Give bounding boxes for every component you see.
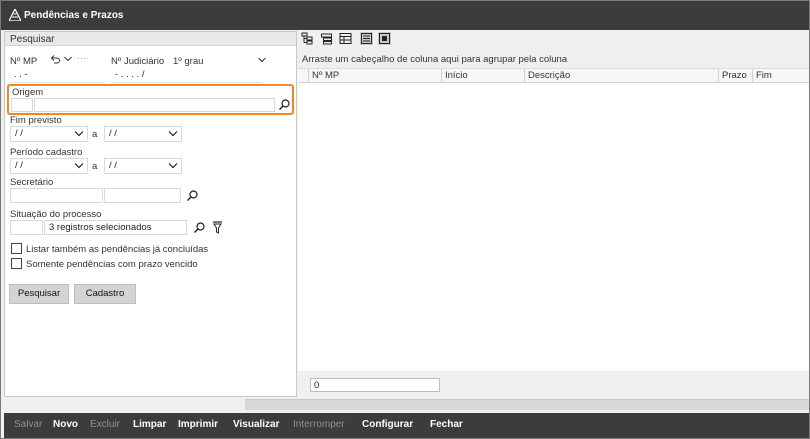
group-by-area[interactable]: Arraste um cabeçalho de coluna aqui para… [298, 47, 809, 69]
periodo-from-select[interactable]: / / [10, 158, 88, 174]
range-separator: a [92, 129, 98, 140]
chevron-down-icon [168, 163, 178, 169]
prazo-vencido-label[interactable]: Somente pendências com prazo vencido [26, 259, 198, 270]
situacao-search-icon[interactable] [193, 221, 206, 234]
origem-search-icon[interactable] [278, 98, 291, 111]
tree-view-icon[interactable] [301, 32, 314, 45]
chevron-down-icon [74, 163, 84, 169]
salvar-button[interactable]: Salvar [14, 419, 42, 430]
search-panel: Pesquisar Nº MP ··· Nº Judiciário 1º gra… [4, 31, 297, 397]
app-logo-icon [9, 9, 21, 21]
grau-chevron-down-icon[interactable] [257, 55, 267, 65]
origem-label: Origem [12, 87, 44, 98]
secretario-name-input[interactable] [104, 188, 181, 203]
periodo-cadastro-label: Período cadastro [10, 147, 83, 158]
results-grid[interactable] [299, 83, 809, 371]
judiciario-input[interactable]: - . . . . / [111, 68, 261, 83]
origem-code-input[interactable] [11, 98, 33, 112]
table-view-icon[interactable] [339, 32, 352, 45]
origem-input[interactable] [34, 98, 275, 112]
group-view-icon[interactable] [320, 32, 333, 45]
secretario-code-input[interactable] [10, 188, 103, 203]
grau-select[interactable]: 1º grau [173, 56, 203, 67]
clear-filter-icon[interactable] [212, 221, 223, 234]
excluir-button[interactable]: Excluir [90, 419, 120, 430]
periodo-from-value: / / [15, 160, 23, 171]
column-header-inicio[interactable]: Início [441, 69, 524, 83]
chevron-down-icon[interactable] [63, 54, 73, 64]
window-title: Pendências e Prazos [24, 10, 124, 21]
fim-previsto-label: Fim previsto [10, 115, 62, 126]
nmp-input[interactable]: . . - [10, 68, 106, 83]
fechar-button[interactable]: Fechar [430, 419, 463, 430]
grid-toolbar [298, 31, 809, 47]
grid-header: Nº MP Início Descrição Prazo Fim [299, 69, 809, 83]
pesquisar-button[interactable]: Pesquisar [9, 284, 69, 304]
situacao-input[interactable]: 3 registros selecionados [44, 220, 187, 235]
nmp-label: Nº MP [10, 56, 38, 67]
visualizar-button[interactable]: Visualizar [233, 419, 280, 430]
fim-previsto-to-select[interactable]: / / [104, 126, 182, 142]
chevron-down-icon [74, 131, 84, 137]
limpar-button[interactable]: Limpar [133, 419, 166, 430]
results-panel: Arraste um cabeçalho de coluna aqui para… [298, 31, 809, 397]
chevron-down-icon [168, 131, 178, 137]
listar-concluidas-checkbox[interactable] [11, 243, 22, 254]
list-view-icon[interactable] [360, 32, 373, 45]
situacao-code-input[interactable] [10, 220, 43, 235]
search-panel-title: Pesquisar [10, 34, 55, 45]
cadastro-button[interactable]: Cadastro [74, 284, 136, 304]
fim-previsto-from-value: / / [15, 128, 23, 139]
card-view-icon[interactable] [378, 32, 391, 45]
prazo-vencido-checkbox[interactable] [11, 258, 22, 269]
grid-footer: 0 [298, 371, 809, 397]
column-header-prazo[interactable]: Prazo [718, 69, 752, 83]
periodo-to-value: / / [109, 160, 117, 171]
more-options-icon[interactable]: ··· [77, 53, 87, 64]
column-header-descricao[interactable]: Descrição [524, 69, 718, 83]
horizontal-scrollbar[interactable] [245, 399, 809, 410]
undo-icon[interactable] [49, 54, 60, 65]
search-panel-header: Pesquisar [5, 32, 296, 46]
imprimir-button[interactable]: Imprimir [178, 419, 218, 430]
origem-field-highlight: Origem [7, 84, 294, 115]
novo-button[interactable]: Novo [53, 419, 78, 430]
fim-previsto-to-value: / / [109, 128, 117, 139]
configurar-button[interactable]: Configurar [362, 419, 413, 430]
column-header-nmp[interactable]: Nº MP [308, 69, 441, 83]
action-bar: Salvar Novo Excluir Limpar Imprimir Visu… [4, 413, 809, 438]
range-separator: a [92, 161, 98, 172]
column-header-fim[interactable]: Fim [752, 69, 809, 83]
title-bar: Pendências e Prazos [1, 1, 809, 30]
listar-concluidas-label[interactable]: Listar também as pendências já concluída… [26, 244, 208, 255]
group-by-hint: Arraste um cabeçalho de coluna aqui para… [302, 54, 568, 65]
interromper-button[interactable]: Interromper [293, 419, 345, 430]
situacao-label: Situação do processo [10, 209, 102, 220]
secretario-label: Secretário [10, 177, 54, 188]
periodo-to-select[interactable]: / / [104, 158, 182, 174]
record-count: 0 [310, 378, 440, 392]
main-window: Pendências e Prazos Pesquisar Nº MP ··· … [0, 0, 810, 439]
secretario-search-icon[interactable] [186, 189, 199, 202]
judiciario-label: Nº Judiciário [111, 56, 165, 67]
fim-previsto-from-select[interactable]: / / [10, 126, 88, 142]
